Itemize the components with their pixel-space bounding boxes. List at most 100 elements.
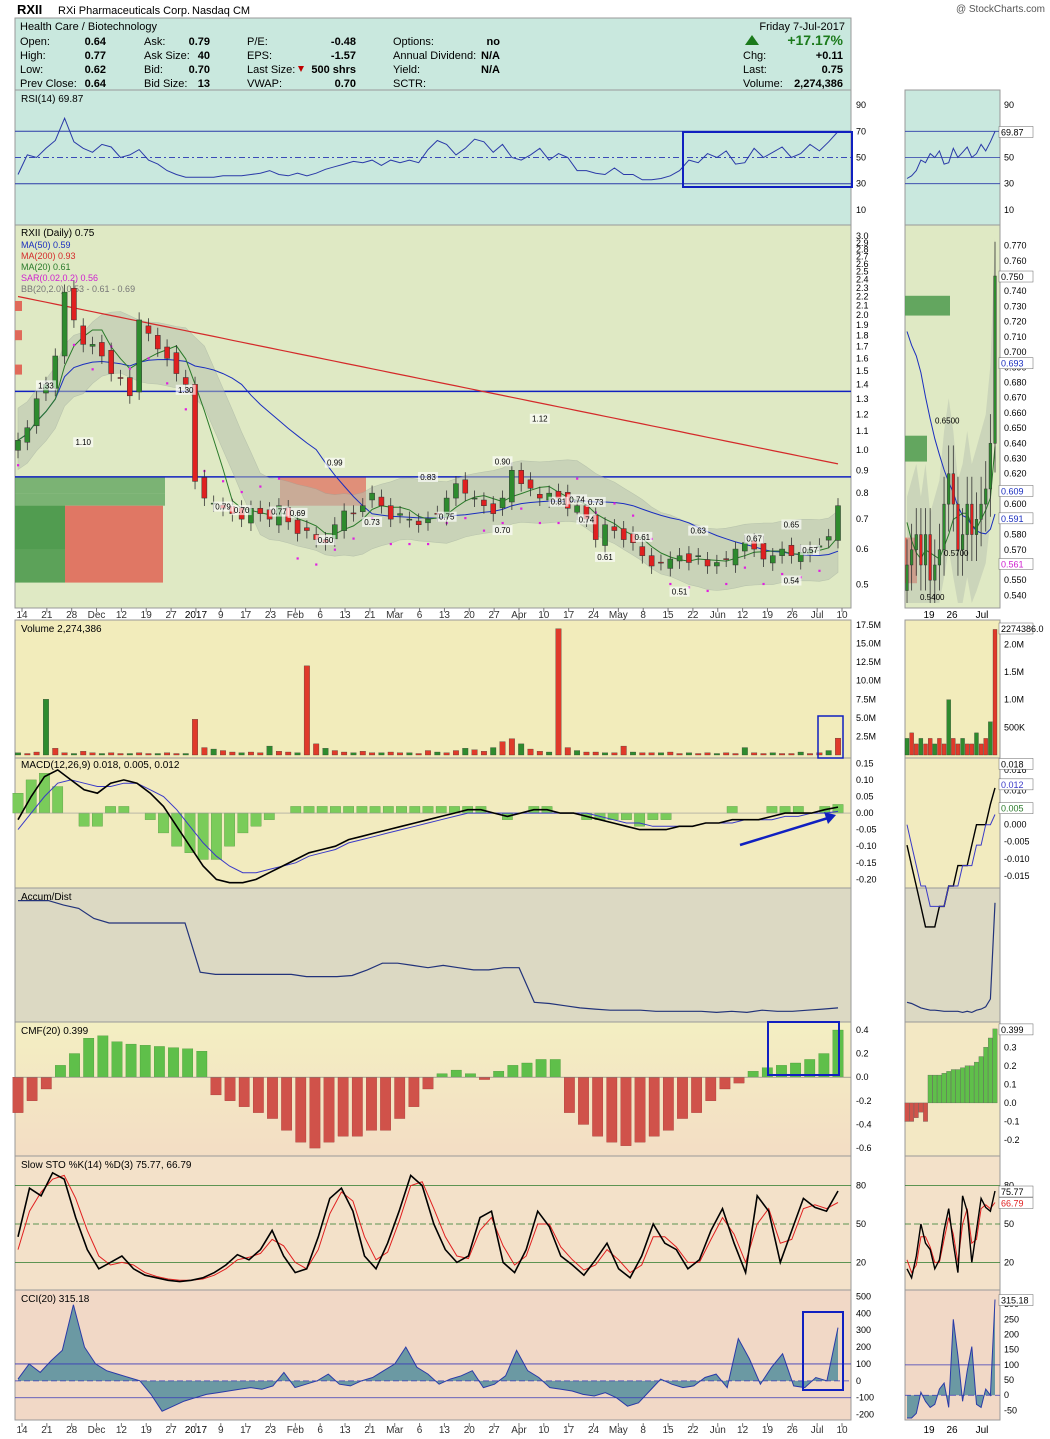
zoom-price-tick: 0.760 — [1004, 256, 1027, 266]
volume-bar — [751, 752, 758, 756]
zoom-cmf-positive-bar — [941, 1073, 947, 1104]
zoom-cci-tick: 200 — [1004, 1329, 1019, 1339]
zoom-volume-bar — [955, 743, 961, 756]
volume-bar — [779, 753, 786, 756]
volume-bar — [341, 751, 348, 756]
x-axis-label: 19 — [762, 610, 774, 621]
volume-by-price-bar — [15, 493, 165, 506]
candle-down — [304, 527, 310, 531]
cci-title: CCI(20) 315.18 — [21, 1294, 90, 1305]
candle-up — [825, 536, 832, 541]
candle-down — [537, 494, 543, 499]
volume-bar — [788, 753, 795, 756]
x-axis-label: 17 — [240, 610, 252, 621]
volume-bar — [434, 751, 441, 756]
exchange: Nasdaq CM — [192, 5, 250, 17]
volume-bar — [676, 753, 683, 756]
sar-dot — [277, 477, 281, 480]
candle-down — [527, 479, 534, 489]
price-annotation: 0.74 — [569, 495, 585, 504]
x-axis-label: 9 — [218, 1425, 224, 1436]
candle-up — [15, 440, 21, 451]
candle-down — [108, 349, 114, 374]
legend-sar: SAR(0.02,0.2) 0.56 — [21, 273, 98, 283]
x-axis-label: 28 — [66, 1425, 78, 1436]
rsi-tick: 90 — [856, 100, 866, 110]
macd-histogram-bar — [171, 812, 183, 847]
candle-up — [509, 470, 515, 503]
volume-bar — [126, 753, 133, 756]
cmf-positive-bar — [521, 1062, 533, 1078]
candle-down — [760, 543, 767, 560]
volume-bar — [303, 665, 310, 756]
price-tick: 0.8 — [856, 488, 869, 498]
volume-bar — [210, 748, 217, 756]
volume-bar — [648, 752, 655, 756]
price-tick: 1.6 — [856, 353, 869, 363]
zoom-vbp-bar — [905, 435, 927, 462]
volume-bar — [52, 748, 59, 756]
x-axis-label: 10 — [538, 610, 550, 621]
x-axis-label: 22 — [687, 610, 699, 621]
cmf-positive-bar — [196, 1051, 208, 1078]
zoom-volume-tick: 1.5M — [1004, 667, 1024, 677]
price-annotation: 0.70 — [234, 506, 250, 515]
zoom-price-tick: 0.580 — [1004, 530, 1027, 540]
candle-down — [182, 377, 189, 385]
price-tick: 1.9 — [856, 320, 869, 330]
volume-bar — [43, 699, 49, 756]
price-annotation: 0.83 — [420, 473, 436, 482]
sar-dot — [128, 367, 132, 370]
zoom-price-tick: 0.600 — [1004, 499, 1027, 509]
volume-bar — [741, 747, 748, 756]
price-title: RXII (Daily) 0.75 — [21, 228, 95, 239]
zoom-candle-down — [956, 503, 960, 551]
candle-down — [164, 346, 170, 359]
candle-down — [350, 512, 357, 515]
zoom-volume-bar — [937, 738, 942, 756]
cmf-tick: -0.4 — [856, 1119, 872, 1129]
zoom-x-axis-label: Jul — [976, 1425, 989, 1436]
cmf-positive-bar — [168, 1047, 179, 1078]
sar-dot — [576, 477, 579, 480]
candle-down — [294, 519, 301, 534]
cmf-negative-bar — [252, 1077, 264, 1113]
cmf-negative-bar — [210, 1077, 222, 1096]
zoom-cmf-negative-bar — [918, 1102, 924, 1113]
price-tick: 1.4 — [856, 379, 869, 389]
zoom-cmf-positive-bar — [983, 1047, 989, 1104]
cmf-positive-bar — [125, 1043, 137, 1078]
x-axis-label: 26 — [787, 610, 799, 621]
macd-histogram-bar — [766, 806, 778, 814]
volume-bar — [369, 752, 376, 756]
zoom-cmf-value: 0.399 — [1001, 1025, 1024, 1035]
x-axis-label: 6 — [317, 1425, 323, 1436]
zoom-candle-up — [942, 503, 946, 551]
cmf-positive-bar — [450, 1069, 462, 1078]
volume-label: Volume: — [743, 78, 783, 90]
candle-down — [481, 499, 487, 506]
macd-histogram-bar — [105, 806, 116, 814]
cmf-negative-bar — [662, 1077, 674, 1131]
volume-bar — [471, 749, 478, 756]
price-annotation: 0.90 — [495, 457, 511, 466]
zoom-price-value: 0.693 — [1001, 359, 1024, 369]
zoom-cci-tick: -50 — [1004, 1405, 1017, 1415]
zoom-price-tick: 0.640 — [1004, 438, 1027, 448]
price-annotation: 0.60 — [318, 536, 334, 545]
volume-bar — [145, 753, 152, 756]
volume-bar — [536, 751, 543, 756]
x-axis-label: Apr — [511, 1425, 527, 1436]
volume-bar — [695, 753, 702, 756]
zoom-macd-tick: -0.005 — [1004, 837, 1030, 847]
price-annotation: 0.51 — [672, 588, 688, 597]
sar-dot — [427, 542, 430, 546]
volume-bar — [322, 748, 329, 756]
zoom-price-value: 0.750 — [1001, 272, 1024, 282]
macd-title: MACD(12,26,9) 0.018, 0.005, 0.012 — [21, 760, 180, 771]
volume-bar — [313, 743, 320, 756]
sar-dot — [464, 517, 467, 520]
cmf-negative-bar — [422, 1077, 434, 1090]
candle-down — [415, 520, 422, 525]
zoom-macd-tick: -0.010 — [1004, 854, 1030, 864]
